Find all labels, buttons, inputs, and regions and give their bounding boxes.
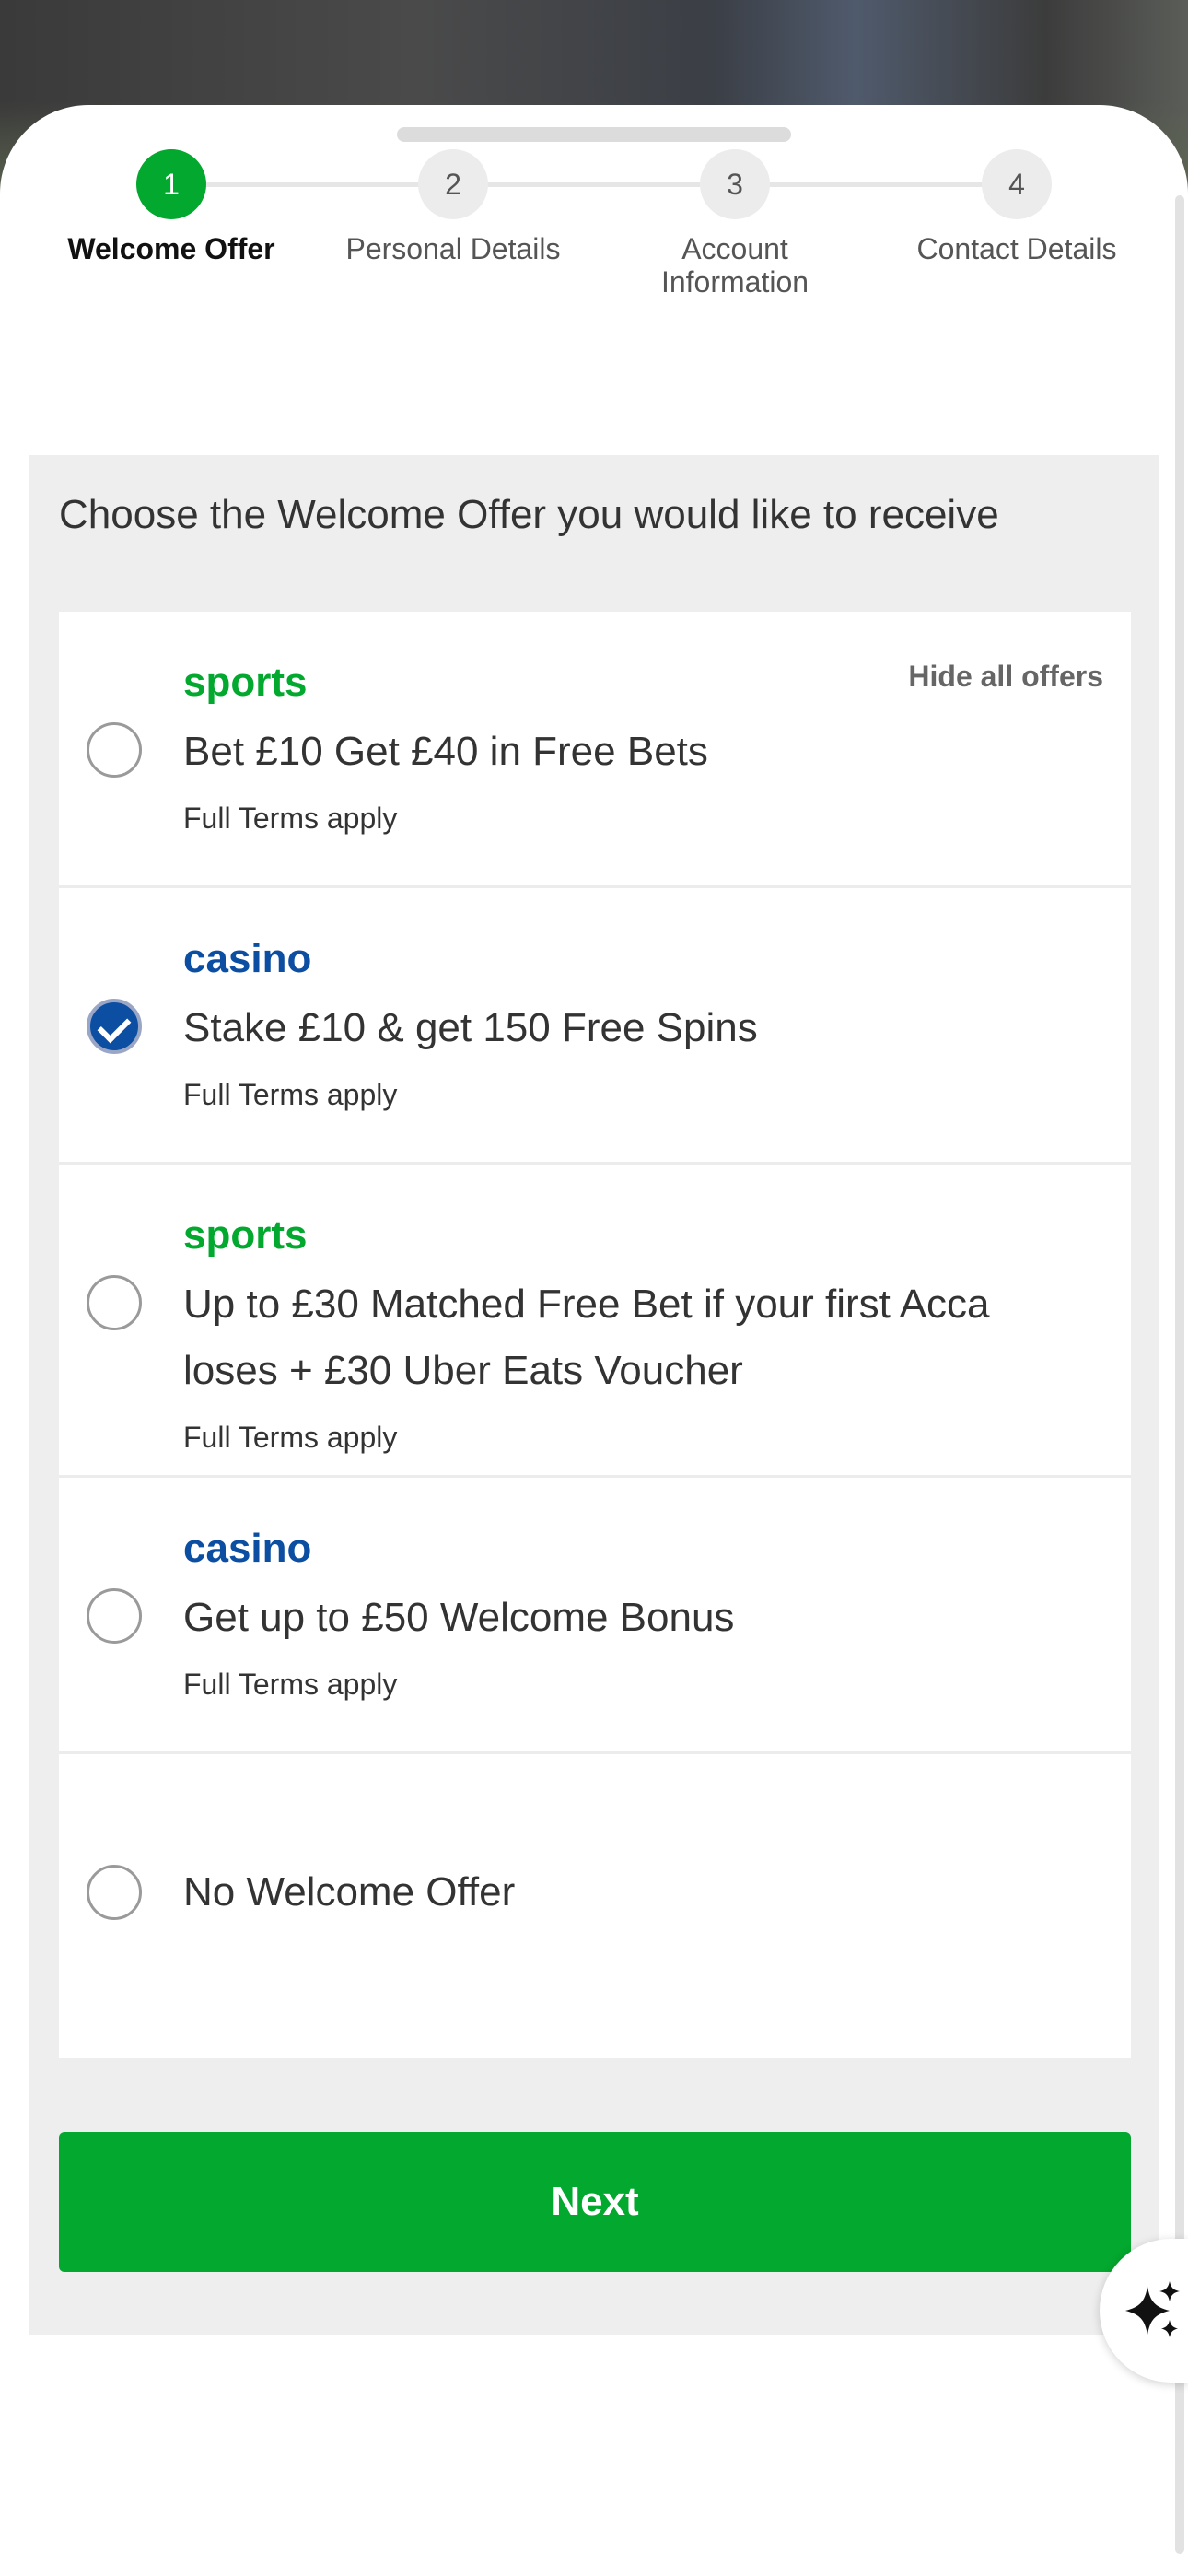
sheet-grabber[interactable] (397, 127, 791, 142)
step-number: 4 (982, 149, 1052, 219)
offer-title: Bet £10 Get £40 in Free Bets (183, 729, 708, 774)
step-label: Contact Details (916, 232, 1117, 265)
step-contact-details: 4 Contact Details (897, 149, 1136, 265)
terms-link[interactable]: Full Terms apply (183, 1076, 1094, 1113)
offer-option[interactable]: casino Get up to £50 Welcome Bonus Full … (59, 1478, 1131, 1754)
offer-category: casino (183, 1526, 312, 1571)
offer-option[interactable]: sports Bet £10 Get £40 in Free Bets Full… (59, 612, 1131, 888)
offer-radio[interactable] (87, 1275, 142, 1330)
offer-option[interactable]: casino Stake £10 & get 150 Free Spins Fu… (59, 888, 1131, 1165)
sparkle-icon (1125, 2281, 1180, 2337)
step-number: 3 (700, 149, 770, 219)
step-label: Personal Details (345, 232, 561, 265)
offer-title: No Welcome Offer (183, 1869, 516, 1914)
step-label: Account Information (660, 232, 809, 299)
offer-content: sports Up to £30 Matched Free Bet if you… (183, 1211, 1094, 1456)
offer-content: casino Get up to £50 Welcome Bonus Full … (183, 1524, 1094, 1703)
terms-link[interactable]: Full Terms apply (183, 800, 1094, 837)
scrollbar[interactable] (1175, 195, 1184, 2554)
offer-radio[interactable] (87, 722, 142, 778)
step-account-information: 3 Account Information (615, 149, 855, 299)
step-number: 2 (418, 149, 488, 219)
offer-category: casino (183, 936, 312, 981)
terms-link[interactable]: Full Terms apply (183, 1419, 1094, 1456)
no-offer-option[interactable]: No Welcome Offer (59, 1754, 1131, 2058)
offer-category: sports (183, 1212, 308, 1258)
panel-heading: Choose the Welcome Offer you would like … (59, 492, 999, 537)
hide-all-offers-link[interactable]: Hide all offers (908, 660, 1103, 694)
offer-content: No Welcome Offer (183, 1859, 1094, 1926)
welcome-offer-panel: Choose the Welcome Offer you would like … (29, 455, 1159, 2335)
offer-radio-selected[interactable] (87, 999, 142, 1054)
terms-link[interactable]: Full Terms apply (183, 1666, 1094, 1703)
step-welcome-offer: 1 Welcome Offer (52, 149, 291, 265)
offer-content: casino Stake £10 & get 150 Free Spins Fu… (183, 934, 1094, 1113)
step-label: Welcome Offer (67, 232, 275, 265)
next-button[interactable]: Next (59, 2132, 1131, 2272)
offer-option[interactable]: sports Up to £30 Matched Free Bet if you… (59, 1165, 1131, 1478)
step-number: 1 (136, 149, 206, 219)
offer-radio[interactable] (87, 1865, 142, 1920)
offer-title: Stake £10 & get 150 Free Spins (183, 1005, 758, 1050)
step-personal-details: 2 Personal Details (333, 149, 573, 265)
offer-title: Get up to £50 Welcome Bonus (183, 1595, 735, 1640)
offer-list: sports Bet £10 Get £40 in Free Bets Full… (59, 612, 1131, 2058)
offer-title: Up to £30 Matched Free Bet if your first… (183, 1282, 990, 1393)
offer-radio[interactable] (87, 1588, 142, 1644)
